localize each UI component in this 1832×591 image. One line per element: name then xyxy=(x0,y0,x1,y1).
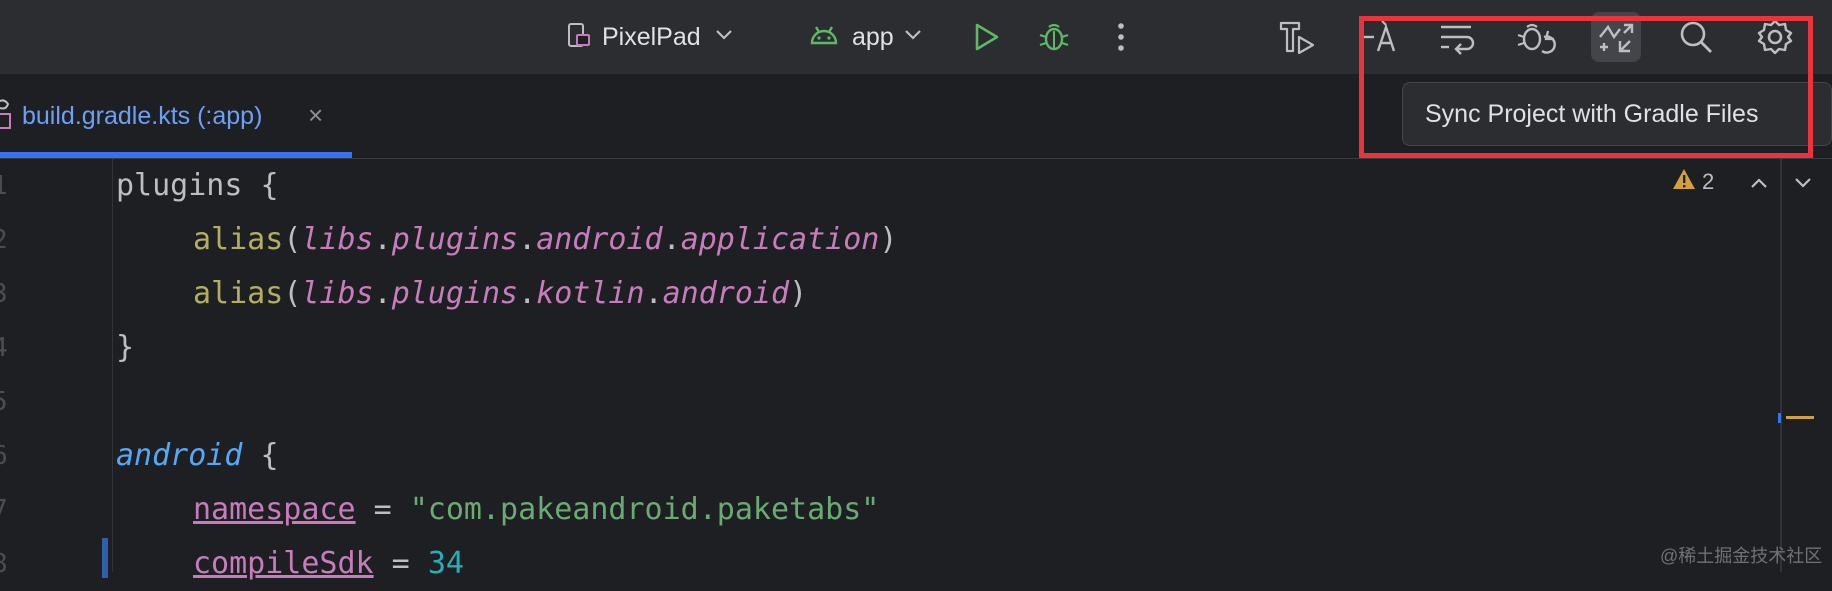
line-number: 3 xyxy=(0,279,8,309)
change-marker xyxy=(102,538,108,578)
android-icon xyxy=(808,23,840,52)
build-icon xyxy=(1279,21,1315,55)
code-line: plugins { xyxy=(116,168,279,203)
code-line: alias(libs.plugins.android.application) xyxy=(193,222,898,257)
code-line: compileSdk = 34 xyxy=(193,546,464,581)
line-number: 2 xyxy=(0,225,8,255)
device-icon xyxy=(566,21,592,54)
warning-marker xyxy=(1786,416,1814,419)
run-configuration-selector[interactable]: app xyxy=(808,0,922,74)
active-tab-indicator xyxy=(0,152,352,158)
more-icon xyxy=(1118,23,1124,51)
scroll-marker xyxy=(1778,413,1781,423)
code-line: android { xyxy=(116,438,279,473)
code-line: alias(libs.plugins.kotlin.android) xyxy=(193,276,808,311)
debug-button[interactable] xyxy=(1029,12,1079,62)
annotation-highlight-box xyxy=(1359,16,1813,158)
tab-label: build.gradle.kts (:app) xyxy=(22,102,263,130)
build-button[interactable] xyxy=(1272,12,1322,62)
line-number: 7 xyxy=(0,495,8,525)
line-number: 1 xyxy=(0,171,8,201)
more-actions-button[interactable] xyxy=(1096,12,1146,62)
run-icon xyxy=(975,23,999,51)
gradle-file-icon xyxy=(0,98,14,137)
line-number-gutter: 1 2 3 4 5 6 7 8 xyxy=(0,159,113,579)
code-line: } xyxy=(116,330,135,365)
debug-icon xyxy=(1039,23,1069,51)
run-button[interactable] xyxy=(961,12,1011,62)
project-name: PixelPad xyxy=(602,22,701,51)
project-selector[interactable]: PixelPad xyxy=(566,0,733,74)
line-number: 4 xyxy=(0,333,8,363)
warning-icon xyxy=(1672,168,1696,196)
chevron-down-icon xyxy=(715,28,733,46)
warning-count: 2 xyxy=(1702,169,1715,194)
line-number: 5 xyxy=(0,387,8,417)
chevron-down-icon xyxy=(904,28,922,46)
chevron-down-icon[interactable] xyxy=(1794,169,1812,195)
tab-build-gradle[interactable]: build.gradle.kts (:app) × xyxy=(0,74,352,158)
watermark: @稀土掘金技术社区 xyxy=(1660,546,1823,566)
inspection-widget[interactable]: 2 xyxy=(1672,168,1812,196)
line-number: 8 xyxy=(0,549,8,579)
code-editor[interactable]: plugins { alias(libs.plugins.android.app… xyxy=(116,159,1776,581)
code-line: namespace = "com.pakeandroid.paketabs" xyxy=(193,492,880,527)
scrollbar[interactable] xyxy=(1780,159,1782,572)
chevron-up-icon[interactable] xyxy=(1750,169,1768,195)
close-icon[interactable]: × xyxy=(308,100,323,131)
run-config-name: app xyxy=(852,22,894,51)
line-number: 6 xyxy=(0,441,8,471)
